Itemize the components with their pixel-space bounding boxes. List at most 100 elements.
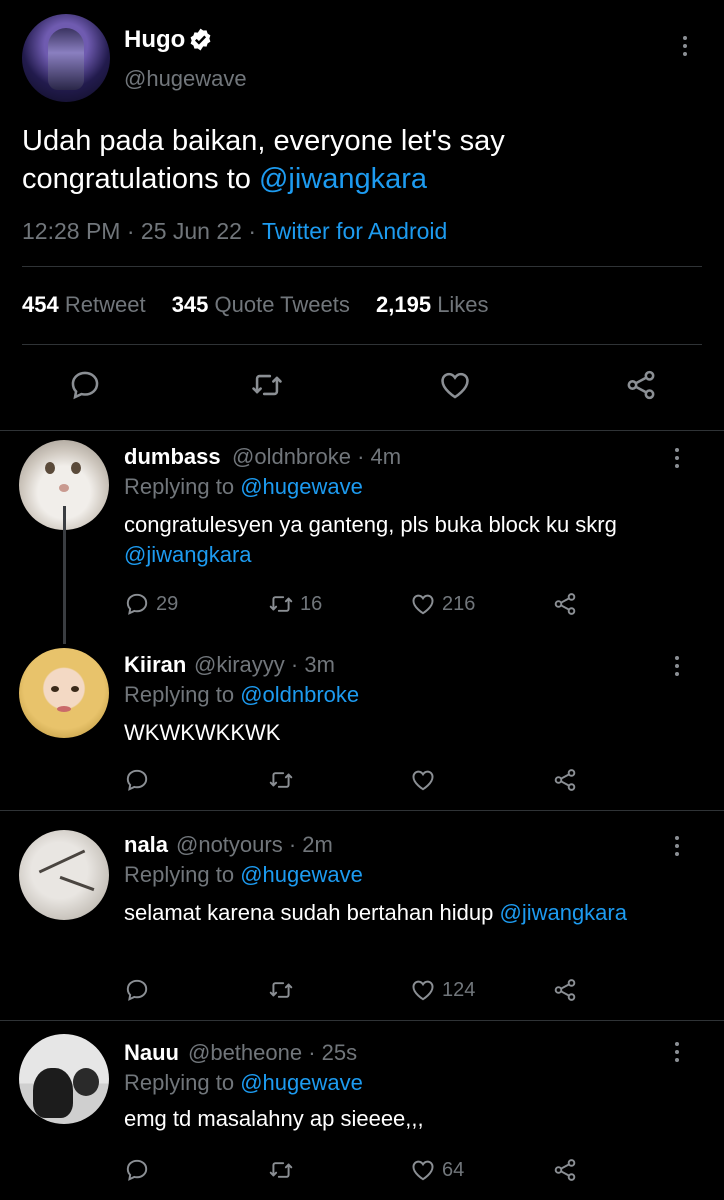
like-action[interactable]: 124 <box>410 976 475 1004</box>
reply-text: congratulesyen ya ganteng, pls buka bloc… <box>124 510 684 570</box>
like-icon <box>412 594 434 615</box>
more-options-icon[interactable] <box>672 448 682 468</box>
retweet-icon <box>269 982 293 998</box>
replying-to-link[interactable]: @hugewave <box>240 474 363 499</box>
share-icon[interactable] <box>624 368 658 402</box>
reply-action[interactable] <box>124 976 150 1004</box>
retweet-action[interactable] <box>268 1156 294 1184</box>
replying-to: Replying to @hugewave <box>124 1070 363 1096</box>
reply-body: congratulesyen ya ganteng, pls buka bloc… <box>124 512 617 537</box>
author-handle[interactable]: @oldnbroke · 4m <box>232 444 401 470</box>
divider <box>0 430 724 431</box>
tweet-time: 12:28 PM <box>22 218 121 244</box>
verified-badge-icon <box>188 27 213 52</box>
author-name[interactable]: dumbass <box>124 444 221 470</box>
like-count: 124 <box>442 978 476 1001</box>
tweet-date: 25 Jun 22 <box>140 218 242 244</box>
like-action[interactable] <box>410 766 436 794</box>
mention-link[interactable]: @jiwangkara <box>124 542 252 567</box>
reply-icon <box>126 769 148 791</box>
like-action[interactable]: 64 <box>410 1156 464 1184</box>
like-icon[interactable] <box>438 368 472 402</box>
retweet-action[interactable] <box>268 766 294 794</box>
author-handle[interactable]: @betheone · 25s <box>188 1040 357 1066</box>
tweet-metadata: 12:28 PM · 25 Jun 22 · Twitter for Andro… <box>22 218 447 245</box>
more-options-icon[interactable] <box>672 836 682 856</box>
reply-text: WKWKWKKWK <box>124 718 684 748</box>
retweet-icon <box>269 596 293 612</box>
author-name[interactable]: Hugo <box>124 26 185 54</box>
avatar[interactable] <box>22 14 110 102</box>
main-tweet: Hugo @hugewave Udah pada baikan, everyon… <box>0 0 724 432</box>
quote-stat[interactable]: 345 Quote Tweets <box>172 292 350 317</box>
retweet-count: 454 <box>22 292 59 317</box>
divider <box>0 810 724 811</box>
replying-to: Replying to @hugewave <box>124 474 363 500</box>
reply-action[interactable] <box>124 766 150 794</box>
replying-to: Replying to @oldnbroke <box>124 682 359 708</box>
meta-separator: · <box>120 218 141 244</box>
replying-prefix: Replying to <box>124 682 241 707</box>
share-icon[interactable] <box>552 1156 578 1184</box>
author-handle[interactable]: @notyours · 2m <box>176 832 333 858</box>
avatar[interactable] <box>19 648 109 738</box>
reply-icon <box>126 593 148 615</box>
avatar[interactable] <box>19 830 109 920</box>
more-options-icon[interactable] <box>672 1042 682 1062</box>
like-icon <box>412 1160 434 1181</box>
reply-icon <box>126 1159 148 1181</box>
tweet-stats: 454 Retweet 345 Quote Tweets 2,195 Likes <box>22 292 489 318</box>
like-action[interactable]: 216 <box>410 590 475 618</box>
reply-body: WKWKWKKWK <box>124 720 281 745</box>
retweet-icon[interactable] <box>250 368 284 402</box>
retweet-icon <box>269 772 293 788</box>
likes-count: 2,195 <box>376 292 432 317</box>
share-icon[interactable] <box>552 590 578 618</box>
likes-stat[interactable]: 2,195 Likes <box>376 292 489 317</box>
retweet-action[interactable] <box>268 976 294 1004</box>
replying-to-link[interactable]: @hugewave <box>240 1070 363 1095</box>
reply-text: emg td masalahny ap sieeee,,, <box>124 1104 684 1134</box>
avatar[interactable] <box>19 1034 109 1124</box>
retweet-action[interactable]: 16 <box>268 590 322 618</box>
author-handle[interactable]: @hugewave <box>124 66 247 92</box>
more-options-icon[interactable] <box>680 36 690 56</box>
tweet-source-link[interactable]: Twitter for Android <box>262 218 447 244</box>
retweet-count: 16 <box>300 592 323 615</box>
quote-count: 345 <box>171 292 209 317</box>
tweet-text: Udah pada baikan, everyone let's say con… <box>22 122 682 198</box>
divider <box>22 266 702 267</box>
reply-icon <box>126 979 148 1001</box>
reply-action[interactable] <box>124 1156 150 1184</box>
like-count: 216 <box>442 592 476 615</box>
thread-line <box>63 506 66 644</box>
share-icon[interactable] <box>552 976 578 1004</box>
like-count: 64 <box>442 1158 465 1181</box>
reply-body: selamat karena sudah bertahan hidup <box>124 900 500 925</box>
retweet-label: Retweet <box>64 292 146 317</box>
more-options-icon[interactable] <box>672 656 682 676</box>
author-name[interactable]: Kiiran <box>124 652 186 678</box>
reply-body: emg td masalahny ap sieeee,,, <box>124 1106 424 1131</box>
mention-link[interactable]: @jiwangkara <box>259 163 427 195</box>
reply-icon[interactable] <box>68 368 102 402</box>
likes-label: Likes <box>437 292 489 317</box>
retweet-stat[interactable]: 454 Retweet <box>22 292 146 317</box>
replying-prefix: Replying to <box>124 474 241 499</box>
replying-prefix: Replying to <box>124 1070 241 1095</box>
replying-to-link[interactable]: @hugewave <box>240 862 363 887</box>
author-name[interactable]: nala <box>124 832 168 858</box>
quote-label: Quote Tweets <box>214 292 350 317</box>
replying-to: Replying to @hugewave <box>124 862 363 888</box>
mention-link[interactable]: @jiwangkara <box>499 900 627 925</box>
divider <box>0 1020 724 1021</box>
like-icon <box>412 980 434 1001</box>
replying-prefix: Replying to <box>124 862 241 887</box>
divider <box>22 344 702 345</box>
like-icon <box>412 770 434 791</box>
replying-to-link[interactable]: @oldnbroke <box>240 682 359 707</box>
share-icon[interactable] <box>552 766 578 794</box>
author-handle[interactable]: @kirayyy · 3m <box>194 652 335 678</box>
author-name[interactable]: Nauu <box>124 1040 179 1066</box>
reply-action[interactable]: 29 <box>124 590 178 618</box>
